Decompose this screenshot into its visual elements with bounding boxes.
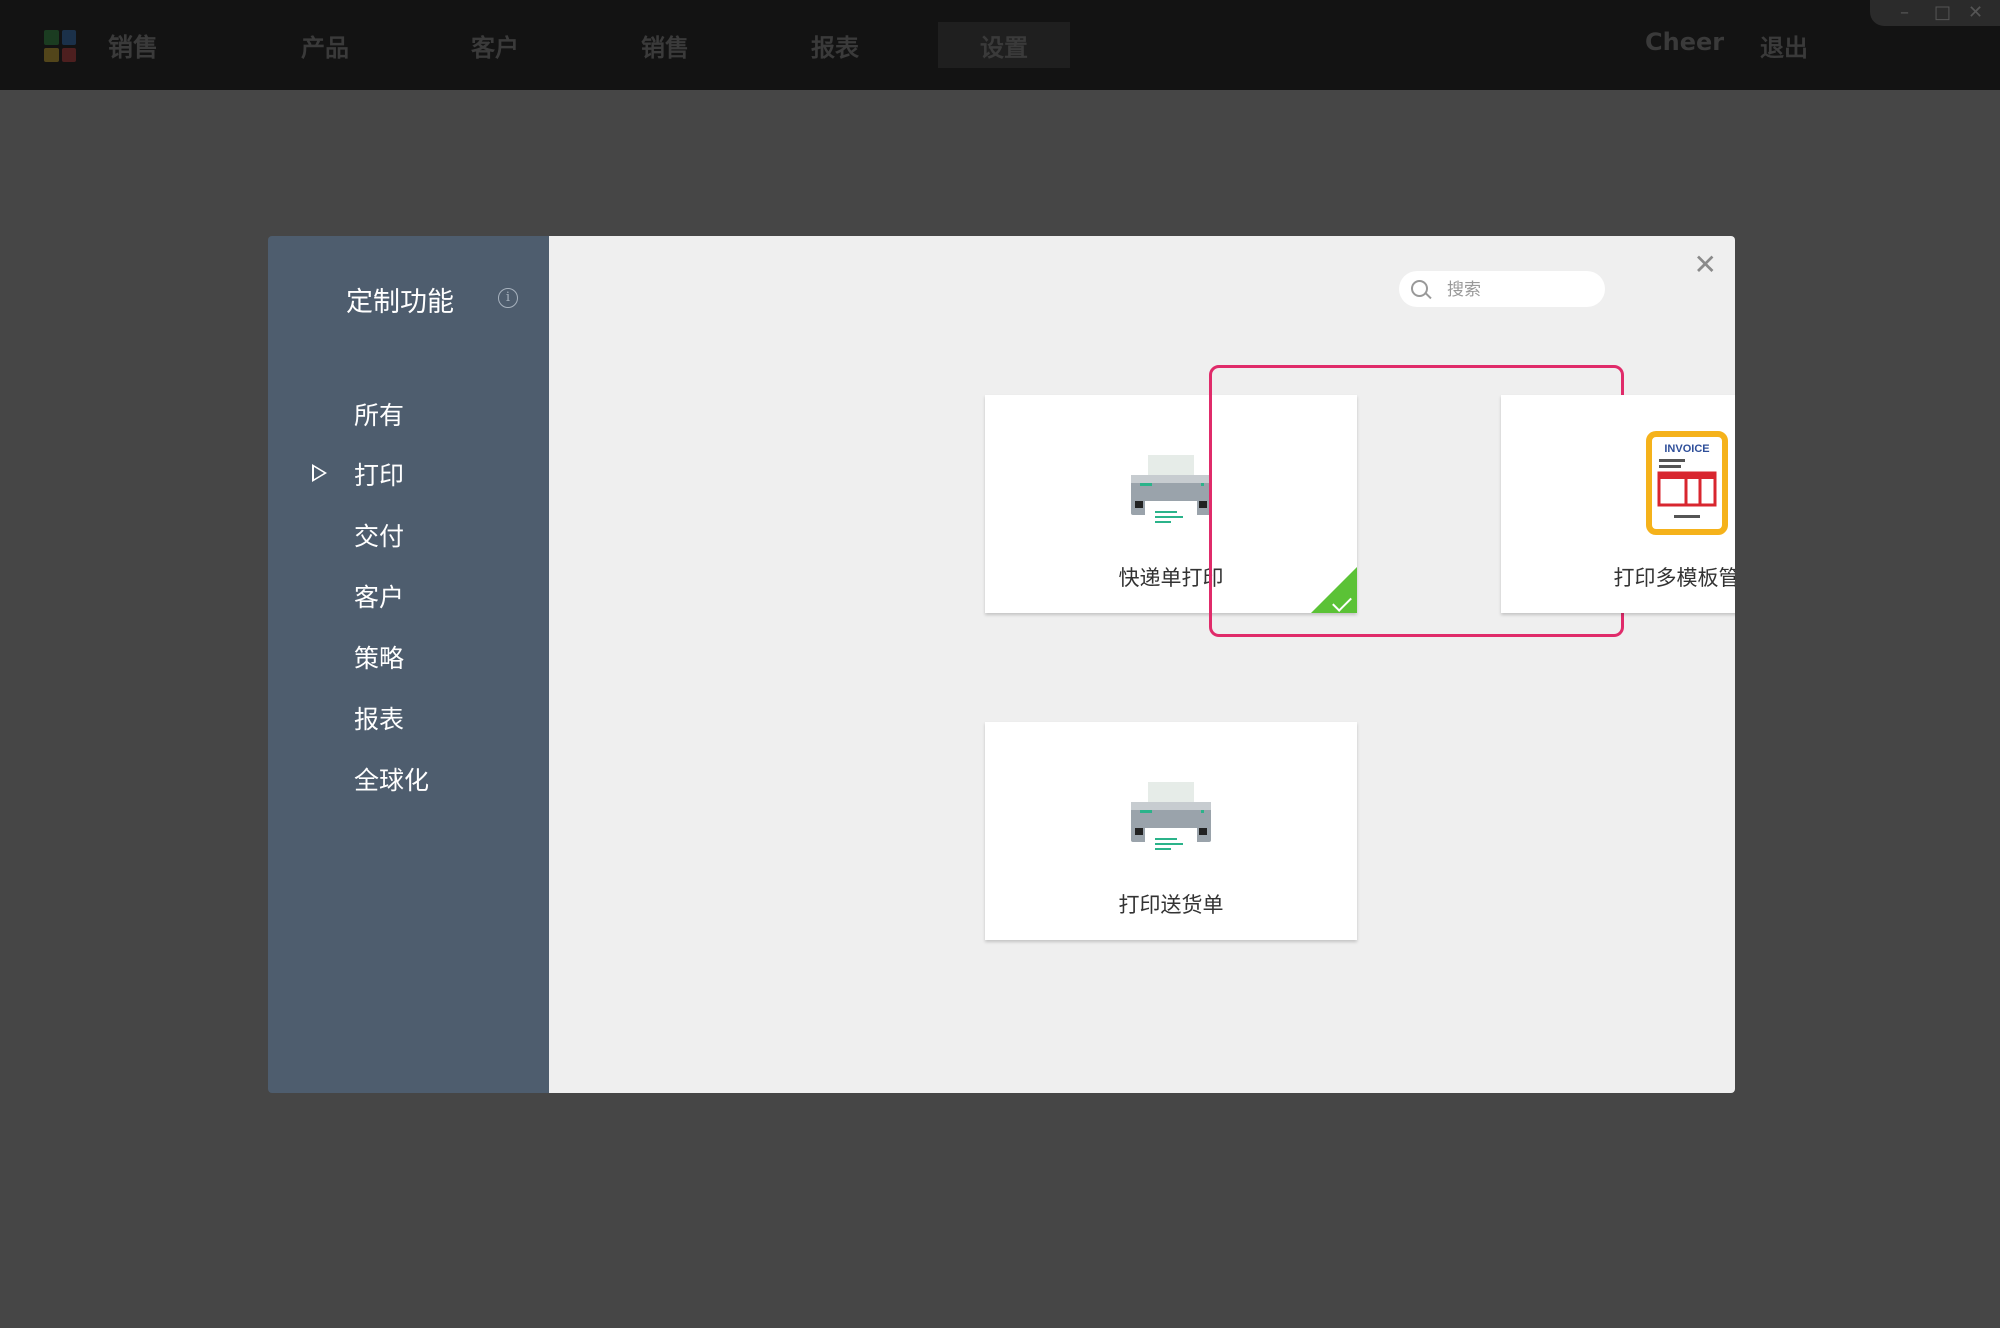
sidebar-item-print[interactable]: 打印 [354, 456, 404, 492]
feature-panel: ✕ 快递单打印 [549, 236, 1735, 1093]
top-bar: 销售 产品 客户 销售 报表 设置 Cheer 退出 – □ ✕ [0, 0, 2000, 90]
logout-link[interactable]: 退出 [1760, 28, 1808, 63]
sidebar-item-policy[interactable]: 策略 [354, 639, 404, 675]
nav-item-products[interactable]: 产品 [270, 0, 380, 90]
sidebar-item-globalization[interactable]: 全球化 [354, 761, 429, 797]
window-close-icon[interactable]: ✕ [1968, 2, 1983, 23]
sidebar-item-reports[interactable]: 报表 [354, 700, 404, 736]
nav-item-customers[interactable]: 客户 [440, 0, 550, 90]
maximize-icon[interactable]: □ [1934, 2, 1951, 23]
card-label: 打印多模板管理 [1613, 566, 1736, 590]
active-arrow-icon [312, 464, 327, 482]
user-name[interactable]: Cheer [1645, 28, 1724, 56]
printer-icon [1131, 455, 1211, 531]
sidebar: 定制功能 i 所有 打印 交付 客户 策略 报表 全球化 [268, 236, 549, 1093]
sidebar-item-delivery[interactable]: 交付 [354, 517, 404, 553]
svg-text:INVOICE: INVOICE [1664, 443, 1709, 455]
close-icon[interactable]: ✕ [1694, 248, 1717, 281]
app-logo-icon [44, 30, 76, 62]
feature-card-multi-template[interactable]: INVOICE 打印多模板管理 [1501, 395, 1735, 613]
invoice-icon: INVOICE [1646, 431, 1728, 535]
info-icon[interactable]: i [498, 288, 518, 308]
minimize-icon[interactable]: – [1900, 2, 1909, 23]
search-box [1399, 271, 1605, 307]
sidebar-item-all[interactable]: 所有 [354, 396, 404, 432]
search-icon [1411, 280, 1428, 297]
app-brand[interactable]: 销售 [108, 28, 158, 64]
sidebar-title: 定制功能 [346, 287, 454, 318]
window-controls: – □ ✕ [1870, 0, 2000, 26]
search-input[interactable] [1445, 277, 1599, 303]
printer-icon [1131, 782, 1211, 858]
feature-card-delivery-note[interactable]: 打印送货单 [985, 722, 1357, 940]
nav-item-settings[interactable]: 设置 [938, 22, 1070, 68]
custom-features-dialog: 定制功能 i 所有 打印 交付 客户 策略 报表 全球化 ✕ 搜索 快递单打印 … [268, 236, 1735, 1093]
nav-item-sales[interactable]: 销售 [610, 0, 720, 90]
card-label: 打印送货单 [1118, 893, 1224, 917]
nav-item-reports[interactable]: 报表 [780, 0, 890, 90]
sidebar-item-customers[interactable]: 客户 [354, 578, 404, 614]
